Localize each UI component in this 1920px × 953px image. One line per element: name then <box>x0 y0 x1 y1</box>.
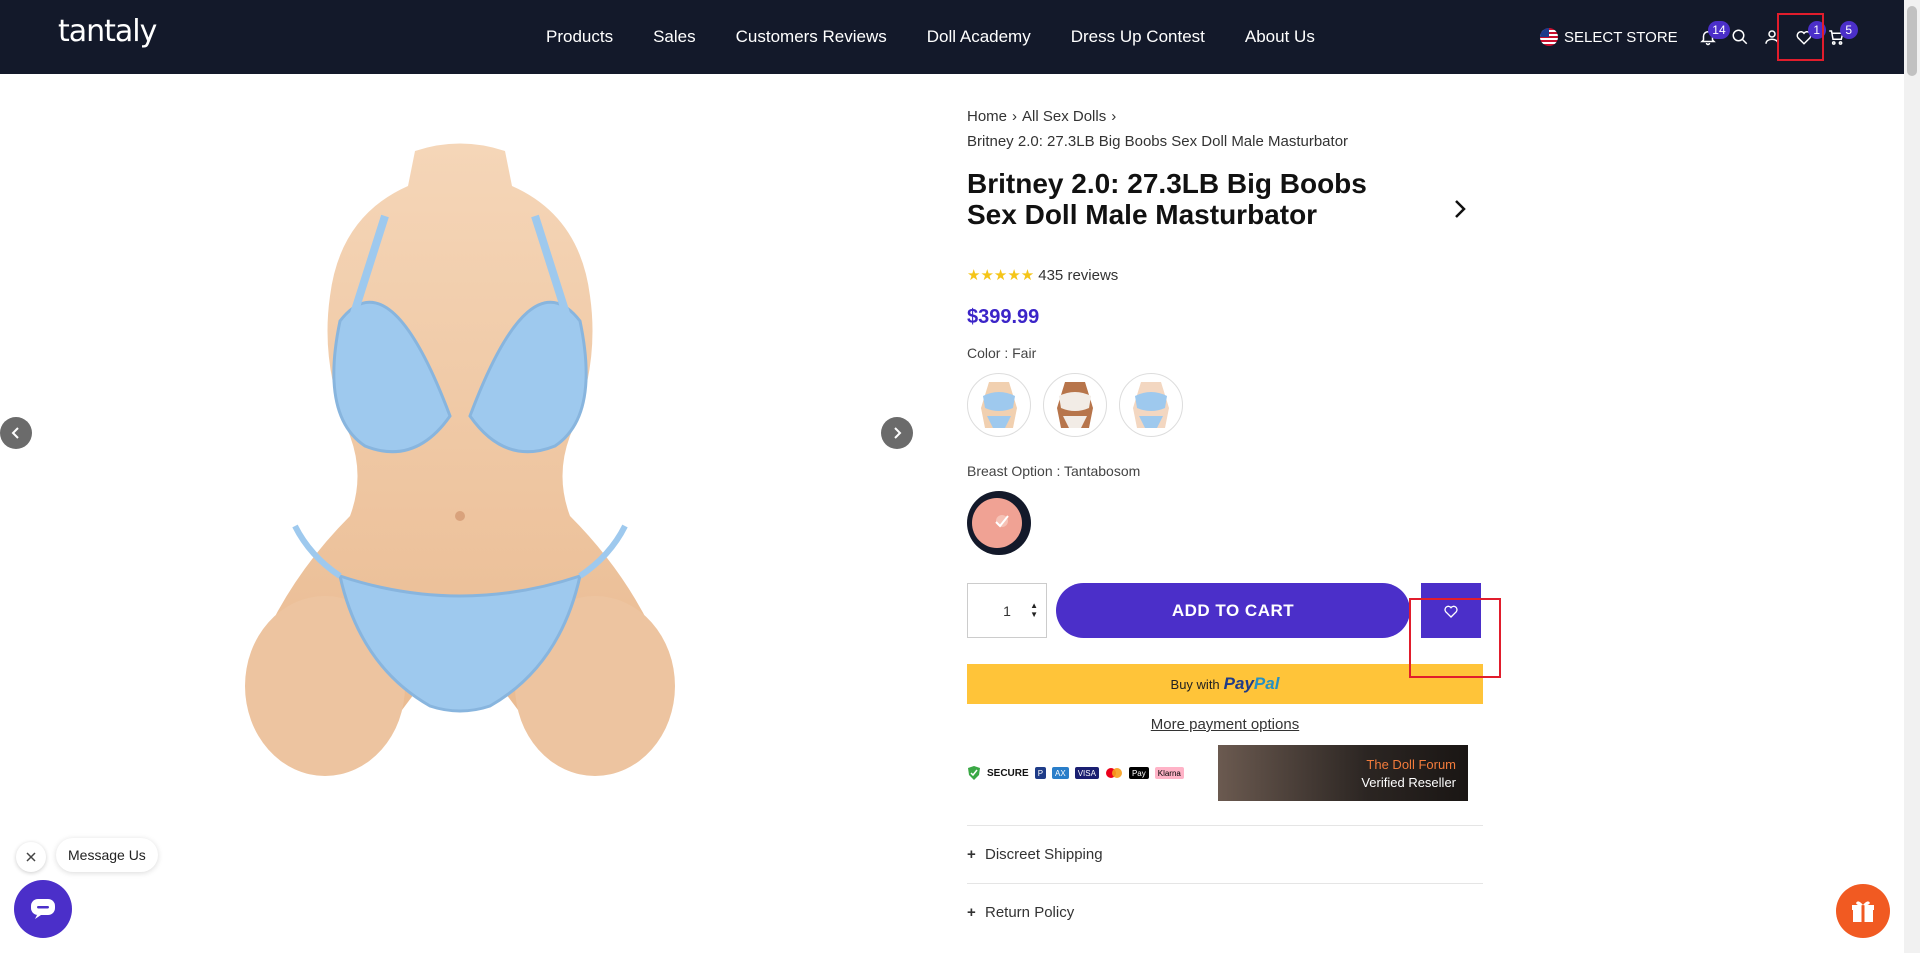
nav-about-us[interactable]: About Us <box>1245 27 1315 47</box>
scrollbar-thumb[interactable] <box>1907 6 1917 76</box>
apple-pay-icon: Pay <box>1128 767 1149 779</box>
gift-rewards-button[interactable] <box>1836 884 1890 938</box>
gallery-next-button[interactable] <box>881 417 913 449</box>
gift-icon <box>1852 901 1874 922</box>
doll-forum-badge[interactable]: The Doll Forum Verified Reseller <box>1218 745 1468 801</box>
product-image <box>245 143 675 776</box>
chevron-right-icon <box>894 427 902 439</box>
rating-stars: ★★★★★ <box>967 267 1035 284</box>
mastercard-icon <box>1105 768 1122 778</box>
chevron-right-icon <box>1455 200 1466 218</box>
paypal-prefix: Buy with <box>1170 676 1220 692</box>
trust-badges: SECURE P AX VISA Pay Klarna The Doll For… <box>967 745 1483 801</box>
paypal-logo-part-a: Pay <box>1223 674 1254 693</box>
nav-sales[interactable]: Sales <box>653 27 696 47</box>
amex-card-icon: AX <box>1052 767 1069 779</box>
brand-logo[interactable]: tantaly <box>58 14 157 49</box>
stepper-arrows-icon[interactable]: ▲ ▼ <box>1030 601 1038 619</box>
search-button[interactable] <box>1724 17 1756 57</box>
accordion-label: Return Policy <box>985 904 1075 921</box>
notifications-button[interactable]: 14 <box>1692 17 1730 57</box>
message-us-bubble[interactable]: Message Us <box>56 838 158 872</box>
gallery-prev-button[interactable] <box>0 417 32 449</box>
nav-dress-up-contest[interactable]: Dress Up Contest <box>1071 27 1205 47</box>
color-swatch-tan[interactable] <box>1043 373 1107 437</box>
more-payment-options-link[interactable]: More payment options <box>967 716 1483 733</box>
forum-badge-title: The Doll Forum <box>1366 757 1456 772</box>
breadcrumb-home[interactable]: Home <box>967 108 1007 125</box>
wishlist-button-highlight-box <box>1409 598 1501 678</box>
us-flag-icon <box>1540 28 1558 46</box>
breast-option-label: Breast Option : Tantabosom <box>967 463 1141 479</box>
secure-payment-badges: SECURE P AX VISA Pay Klarna <box>967 745 1192 801</box>
chat-launcher-button[interactable] <box>14 880 72 938</box>
purchase-actions: 1 ▲ ▼ ADD TO CART <box>967 583 1483 638</box>
paypal-button[interactable]: Buy with PayPal <box>967 664 1483 704</box>
secure-label: SECURE <box>987 767 1029 779</box>
accordion-return-policy[interactable]: + Return Policy <box>967 883 1483 941</box>
nav-doll-academy[interactable]: Doll Academy <box>927 27 1031 47</box>
swatch-thumbnail-icon <box>1057 382 1093 428</box>
select-store-label: SELECT STORE <box>1564 28 1678 46</box>
color-label: Color : Fair <box>967 345 1037 361</box>
main-nav: Products Sales Customers Reviews Doll Ac… <box>546 0 1315 74</box>
swatch-thumbnail-icon <box>981 382 1017 428</box>
product-gallery <box>0 74 920 794</box>
wishlist-highlight-box <box>1777 13 1824 61</box>
breadcrumb-category[interactable]: All Sex Dolls <box>1022 108 1106 125</box>
quantity-stepper[interactable]: 1 ▲ ▼ <box>967 583 1047 638</box>
review-count: 435 reviews <box>1038 266 1119 284</box>
close-message-button[interactable] <box>16 842 46 872</box>
product-info-panel: Home › All Sex Dolls › Britney 2.0: 27.3LB … <box>967 104 1483 941</box>
paypal-logo: PayPal <box>1224 674 1280 694</box>
swatch-thumbnail-icon <box>1133 382 1169 428</box>
breadcrumb-separator-icon: › <box>1111 108 1117 125</box>
color-swatch-light[interactable] <box>1119 373 1183 437</box>
breadcrumb: Home › All Sex Dolls › Britney 2.0: 27.3LB … <box>967 104 1483 154</box>
top-navigation-bar: tantaly Products Sales Customers Reviews… <box>0 0 1904 74</box>
cart-button[interactable]: 5 <box>1820 17 1858 57</box>
klarna-icon: Klarna <box>1154 767 1184 779</box>
select-store-button[interactable]: SELECT STORE <box>1540 28 1678 46</box>
breadcrumb-current: Britney 2.0: 27.3LB Big Boobs Sex Doll M… <box>967 133 1349 150</box>
plus-icon: + <box>967 846 976 863</box>
paypal-logo-part-b: Pal <box>1253 674 1280 693</box>
product-title: Britney 2.0: 27.3LB Big Boobs Sex Doll M… <box>967 168 1367 230</box>
page-scrollbar[interactable] <box>1904 0 1920 953</box>
color-swatches <box>967 373 1483 437</box>
rating-row[interactable]: ★★★★★ 435 reviews <box>967 266 1483 285</box>
breast-option-tantabosom[interactable] <box>967 491 1031 555</box>
product-accordion: + Discreet Shipping + Return Policy <box>967 825 1483 941</box>
search-icon <box>1732 29 1747 45</box>
chat-bubble-icon <box>31 899 55 919</box>
forum-badge-subtitle: Verified Reseller <box>1361 775 1456 790</box>
accordion-discreet-shipping[interactable]: + Discreet Shipping <box>967 825 1483 883</box>
cart-badge: 5 <box>1839 21 1858 39</box>
nav-customers-reviews[interactable]: Customers Reviews <box>736 27 887 47</box>
plus-icon: + <box>967 904 976 921</box>
breadcrumb-separator-icon: › <box>1012 108 1018 125</box>
nav-products[interactable]: Products <box>546 27 613 47</box>
breast-option-thumbnail-icon <box>972 498 1022 548</box>
paypal-card-icon: P <box>1034 767 1047 779</box>
quantity-value: 1 <box>1003 602 1011 619</box>
close-icon <box>26 852 36 862</box>
accordion-label: Discreet Shipping <box>985 846 1103 863</box>
visa-card-icon: VISA <box>1074 767 1099 779</box>
shield-check-icon <box>968 766 980 780</box>
next-product-button[interactable] <box>1453 194 1467 226</box>
color-swatch-fair[interactable] <box>967 373 1031 437</box>
chevron-left-icon <box>11 427 19 439</box>
add-to-cart-button[interactable]: ADD TO CART <box>1056 583 1410 638</box>
product-price: $399.99 <box>967 306 1040 328</box>
